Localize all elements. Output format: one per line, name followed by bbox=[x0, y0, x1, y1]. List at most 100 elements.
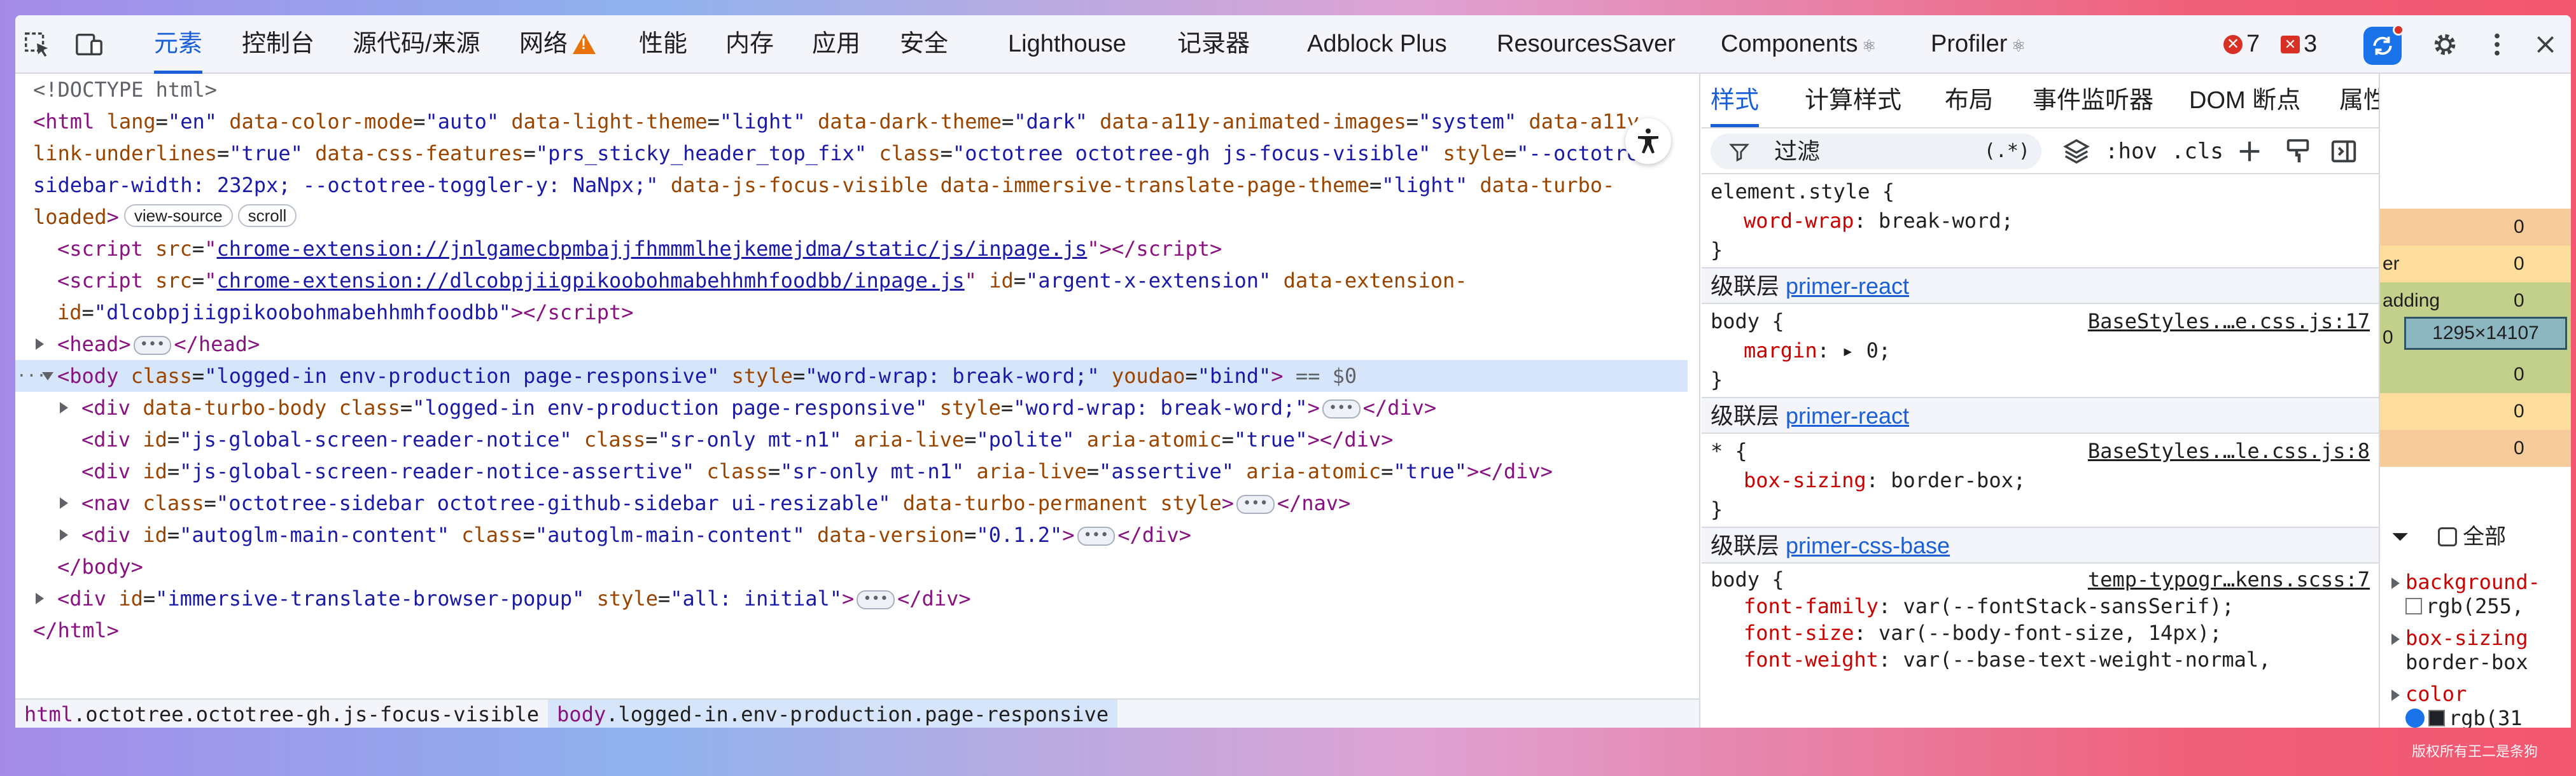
expand-triangle-icon[interactable] bbox=[60, 402, 68, 413]
style-rule[interactable]: * { BaseStyles.…le.css.js:8 box-sizing: … bbox=[1702, 434, 2379, 528]
tab-recorder[interactable]: 记录器 bbox=[1177, 15, 1250, 73]
filter-icon bbox=[1729, 144, 1749, 162]
style-rule[interactable]: body { BaseStyles.…e.css.js:17 margin: ▸… bbox=[1702, 304, 2379, 398]
dom-node-body-selected[interactable]: ··· <body class="logged-in env-productio… bbox=[15, 360, 1688, 392]
dom-node-script[interactable]: <script src="chrome-extension://dlcobpji… bbox=[33, 265, 1688, 328]
scroll-pill[interactable]: scroll bbox=[237, 204, 297, 227]
react-icon: ⚛ bbox=[2011, 36, 2026, 55]
box-model-margin[interactable]: 0 bbox=[2380, 209, 2571, 246]
cascade-layer-link[interactable]: primer-react bbox=[1786, 273, 1909, 299]
dom-node-div[interactable]: <div id="autoglm-main-content" class="au… bbox=[33, 519, 1688, 551]
dom-node-div[interactable]: <div id="js-global-screen-reader-notice"… bbox=[33, 424, 1688, 455]
tab-sources[interactable]: 源代码/来源 bbox=[353, 15, 480, 73]
toggle-hover-state-button[interactable]: :hov bbox=[2105, 134, 2157, 169]
dom-node-html-close[interactable]: </html> bbox=[33, 614, 1688, 646]
dom-node-doctype[interactable]: <!DOCTYPE html> bbox=[33, 74, 1688, 106]
dom-node-nav[interactable]: <nav class="octotree-sidebar octotree-gi… bbox=[33, 487, 1688, 519]
tab-adblock-plus[interactable]: Adblock Plus bbox=[1307, 15, 1447, 73]
cascade-layer-link[interactable]: primer-react bbox=[1786, 403, 1909, 429]
color-palette-icon[interactable] bbox=[2283, 134, 2313, 169]
tab-memory[interactable]: 内存 bbox=[725, 15, 774, 73]
breadcrumb-item-html[interactable]: html.octotree.octotree-gh.js-focus-visib… bbox=[15, 700, 548, 728]
box-model-content[interactable]: 1295×14107 bbox=[2404, 317, 2567, 350]
style-rule[interactable]: body { temp-typogr…kens.scss:7 font-fami… bbox=[1702, 564, 2379, 676]
cascade-layer-link[interactable]: primer-css-base bbox=[1786, 532, 1950, 558]
dom-node-head[interactable]: <head> ••• </head> bbox=[33, 328, 1688, 360]
expand-triangle-icon[interactable] bbox=[60, 529, 68, 541]
expand-triangle-icon[interactable] bbox=[36, 338, 44, 350]
tab-application[interactable]: 应用 bbox=[812, 15, 860, 73]
color-swatch[interactable] bbox=[2428, 710, 2445, 726]
sync-extension-button[interactable] bbox=[2363, 24, 2404, 65]
ellipsis-button[interactable]: ••• bbox=[1077, 527, 1116, 546]
view-source-pill[interactable]: view-source bbox=[123, 204, 233, 227]
computed-property[interactable]: color rgb(31 bbox=[2380, 682, 2571, 728]
go-to-source-icon[interactable] bbox=[2405, 709, 2425, 728]
styles-pane: 样式 计算样式 布局 事件监听器 DOM 断点 属性 过滤 (.*) :hov … bbox=[1702, 74, 2379, 728]
accessibility-icon[interactable] bbox=[1625, 118, 1671, 164]
warning-icon bbox=[573, 34, 596, 54]
tab-dom-breakpoints[interactable]: DOM 断点 bbox=[2189, 74, 2300, 127]
box-model-margin-bottom: 0 bbox=[2380, 430, 2571, 467]
computed-property[interactable]: background- rgb(255, bbox=[2380, 570, 2571, 626]
collapse-triangle-icon[interactable] bbox=[42, 372, 53, 380]
script-src-link[interactable]: chrome-extension://dlcobpjiigpikoobohmab… bbox=[216, 268, 964, 293]
tab-event-listeners[interactable]: 事件监听器 bbox=[2033, 74, 2153, 127]
warning-count-badge[interactable]: ✕ 3 bbox=[2281, 15, 2317, 73]
dom-node-body-close[interactable]: </body> bbox=[33, 551, 1688, 583]
dom-node-div[interactable]: <div id="immersive-translate-browser-pop… bbox=[33, 583, 1688, 614]
ellipsis-button[interactable]: ••• bbox=[133, 336, 172, 355]
tab-resources-saver[interactable]: ResourcesSaver bbox=[1497, 15, 1676, 73]
rule-source-link[interactable]: BaseStyles.…le.css.js:8 bbox=[2088, 436, 2370, 466]
dom-node-div[interactable]: <div data-turbo-body class="logged-in en… bbox=[33, 392, 1688, 424]
computed-pane: 0 er 0 adding 0 0 1295×14107 0 0 0 ⏷ 全部 ba… bbox=[2379, 74, 2571, 728]
filter-icon[interactable]: ⏷ bbox=[2391, 525, 2409, 549]
rule-source-link[interactable]: BaseStyles.…e.css.js:17 bbox=[2088, 307, 2370, 336]
ellipsis-button[interactable]: ••• bbox=[1322, 399, 1361, 419]
tab-network[interactable]: 网络 bbox=[519, 15, 596, 73]
computed-property[interactable]: box-sizing border-box bbox=[2380, 626, 2571, 682]
tab-security[interactable]: 安全 bbox=[900, 15, 948, 73]
show-all-checkbox[interactable] bbox=[2437, 527, 2457, 546]
close-icon[interactable] bbox=[2529, 28, 2562, 61]
more-options-icon[interactable] bbox=[2481, 28, 2514, 61]
ellipsis-button[interactable]: ••• bbox=[1236, 495, 1275, 514]
box-model-border[interactable]: er 0 bbox=[2380, 246, 2571, 282]
expand-triangle-icon[interactable] bbox=[36, 593, 44, 604]
script-src-link[interactable]: chrome-extension://jnlgamecbpmbajjfhmmml… bbox=[216, 237, 1087, 261]
tab-elements[interactable]: 元素 bbox=[154, 15, 203, 74]
dom-node-script[interactable]: <script src="chrome-extension://jnlgamec… bbox=[33, 233, 1688, 265]
color-swatch[interactable] bbox=[2405, 598, 2422, 614]
expand-triangle-icon[interactable] bbox=[60, 497, 68, 509]
tab-lighthouse[interactable]: Lighthouse bbox=[1008, 15, 1126, 73]
styles-filter-bar: 过滤 (.*) :hov .cls bbox=[1702, 128, 2379, 174]
add-rule-icon[interactable] bbox=[2235, 134, 2264, 169]
tab-profiler[interactable]: Profiler ⚛ bbox=[1931, 15, 2026, 73]
layers-icon[interactable] bbox=[2062, 134, 2091, 169]
dom-node-html[interactable]: <html lang="en" data-color-mode="auto" d… bbox=[33, 106, 1688, 233]
toggle-classes-button[interactable]: .cls bbox=[2171, 134, 2223, 169]
regex-toggle[interactable]: (.*) bbox=[1984, 134, 2030, 169]
device-toolbar-icon[interactable] bbox=[73, 28, 106, 61]
tab-console[interactable]: 控制台 bbox=[242, 15, 314, 73]
box-model-padding[interactable]: adding 0 bbox=[2380, 282, 2571, 319]
dom-node-div[interactable]: <div id="js-global-screen-reader-notice-… bbox=[33, 455, 1688, 487]
tab-performance[interactable]: 性能 bbox=[639, 15, 687, 73]
error-count-badge[interactable]: ✕ 7 bbox=[2223, 15, 2260, 73]
breadcrumb-item-body[interactable]: body.logged-in.env-production.page-respo… bbox=[548, 700, 1118, 728]
tab-computed[interactable]: 计算样式 bbox=[1805, 74, 1901, 127]
gear-icon[interactable] bbox=[2428, 28, 2461, 61]
tab-components[interactable]: Components ⚛ bbox=[1721, 15, 1877, 73]
styles-filter-input[interactable]: 过滤 (.*) bbox=[1711, 134, 2041, 169]
rule-source-link[interactable]: temp-typogr…kens.scss:7 bbox=[2088, 566, 2370, 593]
ellipsis-button[interactable]: ••• bbox=[857, 590, 895, 609]
expand-value-icon[interactable]: ▸ bbox=[1842, 338, 1854, 363]
elements-panel: <!DOCTYPE html> <html lang="en" data-col… bbox=[15, 74, 1700, 728]
style-rule-element[interactable]: element.style { word-wrap: break-word; } bbox=[1702, 174, 2379, 268]
cascade-layer-header: 级联层 primer-css-base bbox=[1702, 528, 2379, 564]
tab-layout[interactable]: 布局 bbox=[1945, 74, 1993, 127]
inspect-element-icon[interactable] bbox=[20, 28, 53, 61]
tab-properties[interactable]: 属性 bbox=[2339, 74, 2379, 127]
tab-styles[interactable]: 样式 bbox=[1711, 74, 1760, 127]
toggle-sidebar-icon[interactable] bbox=[2329, 134, 2358, 169]
